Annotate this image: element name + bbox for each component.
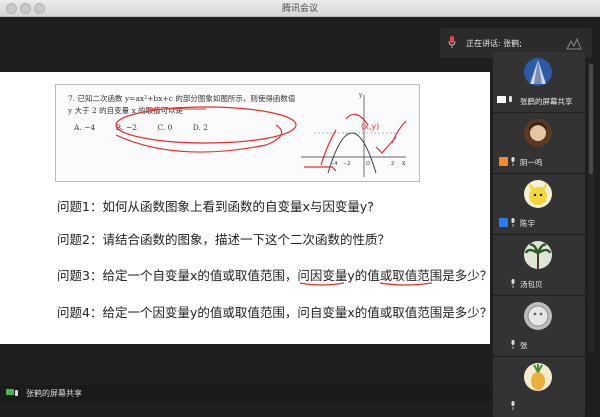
participants-panel: 张鹤的屏幕共享 阴一鸣 陈宇 汤包贝 张 xyxy=(493,52,600,417)
window-title-bar: 腾讯会议 xyxy=(0,0,600,17)
microphone-icon xyxy=(511,279,515,288)
microphone-icon xyxy=(511,340,515,349)
screen-share-icon xyxy=(6,389,18,396)
gray-sticker-avatar xyxy=(524,302,552,330)
question-annotations xyxy=(299,282,433,286)
participant-tile[interactable]: 汤包贝 xyxy=(493,235,585,295)
participant-tile[interactable] xyxy=(493,357,585,417)
participant-tile[interactable]: 陈宇 xyxy=(493,174,585,234)
shared-screen: 7. 已知二次函数 y=ax²+bx+c 的部分图象如图所示，则使得函数值 y … xyxy=(0,72,492,344)
microphone-icon xyxy=(511,157,515,166)
pineapple-avatar xyxy=(524,363,552,391)
user-badge-icon xyxy=(499,218,508,227)
spiral-building-avatar xyxy=(524,58,552,86)
screen-share-icon xyxy=(497,96,512,103)
screen-share-label: 张鹤的屏幕共享 xyxy=(26,389,82,398)
participant-name: 阴一鸣 xyxy=(520,158,543,167)
participant-tile[interactable]: 张鹤的屏幕共享 xyxy=(493,52,585,112)
participant-name: 张 xyxy=(520,341,528,350)
screen-share-bar: 张鹤的屏幕共享 xyxy=(0,385,490,401)
user-badge-icon xyxy=(499,157,508,166)
participant-name: 张鹤的屏幕共享 xyxy=(520,97,573,106)
red-underline-y xyxy=(299,282,345,286)
participant-name: 汤包贝 xyxy=(520,280,543,289)
red-underline-range xyxy=(379,282,433,286)
participant-name: 陈宇 xyxy=(520,219,535,228)
palm-tree-avatar xyxy=(524,241,552,269)
microphone-icon xyxy=(511,218,515,227)
microphone-icon xyxy=(448,36,456,48)
speaking-prefix: 正在讲话: xyxy=(466,39,501,48)
gallery-view-icon[interactable] xyxy=(566,36,582,50)
speaking-name: 张鹤; xyxy=(503,39,522,48)
pikachu-avatar xyxy=(524,180,552,208)
microphone-icon xyxy=(511,401,515,410)
participants-scrollbar[interactable] xyxy=(588,62,594,352)
participant-tile[interactable]: 张 xyxy=(493,296,585,356)
anime-character-avatar xyxy=(524,119,552,147)
participant-tile[interactable]: 阴一鸣 xyxy=(493,113,585,173)
window-title: 腾讯会议 xyxy=(281,4,318,14)
